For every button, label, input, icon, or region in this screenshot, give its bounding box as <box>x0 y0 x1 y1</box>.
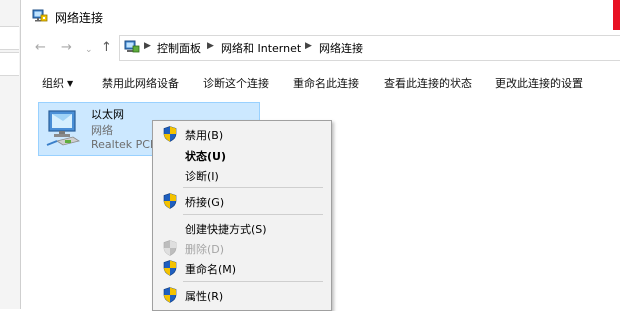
menu-item-diagnose[interactable]: 诊断(I) <box>153 165 331 185</box>
change-settings-button[interactable]: 更改此连接的设置 <box>495 75 583 91</box>
menu-item-disable[interactable]: 禁用(B) <box>153 124 331 144</box>
back-button[interactable]: ← <box>35 40 46 56</box>
window-title: 网络连接 <box>55 11 104 25</box>
diagnose-button[interactable]: 诊断这个连接 <box>203 75 269 91</box>
menu-item-label: 属性(R) <box>185 290 224 303</box>
command-bar: 组织 ▼ 禁用此网络设备 诊断这个连接 重命名此连接 查看此连接的状态 更改此连接… <box>21 69 620 96</box>
context-menu: 禁用(B) 状态(U) 诊断(I) 桥接(G) 创建快捷方式(S) 删除(D) … <box>152 120 332 311</box>
uac-shield-icon <box>163 126 177 142</box>
menu-item-create-shortcut[interactable]: 创建快捷方式(S) <box>153 218 331 238</box>
breadcrumb-network-internet[interactable]: 网络和 Internet <box>221 40 301 56</box>
forward-button[interactable]: → <box>61 40 72 56</box>
uac-shield-icon <box>163 287 177 303</box>
background-window-strip <box>0 0 21 309</box>
background-window-bar <box>0 26 19 50</box>
breadcrumb-separator-icon[interactable]: ▶ <box>305 41 312 51</box>
menu-item-label: 创建快捷方式(S) <box>185 223 267 236</box>
menu-item-label: 诊断(I) <box>185 170 219 183</box>
organize-label: 组织 <box>42 77 64 90</box>
connection-device: Realtek PCIe <box>91 138 160 151</box>
view-status-button[interactable]: 查看此连接的状态 <box>384 75 472 91</box>
disable-device-button[interactable]: 禁用此网络设备 <box>102 75 179 91</box>
uac-shield-icon <box>163 260 177 276</box>
title-bar: 网络连接 <box>21 0 620 32</box>
menu-item-status[interactable]: 状态(U) <box>153 145 331 165</box>
uac-shield-icon <box>163 240 177 256</box>
ethernet-adapter-icon <box>46 110 80 146</box>
menu-item-delete: 删除(D) <box>153 238 331 258</box>
connection-name: 以太网 <box>91 108 124 121</box>
rename-button[interactable]: 重命名此连接 <box>293 75 359 91</box>
uac-shield-icon <box>163 193 177 209</box>
breadcrumb-control-panel[interactable]: 控制面板 <box>157 40 201 56</box>
menu-separator <box>183 281 323 282</box>
close-button[interactable] <box>613 0 620 30</box>
network-connections-window: 网络连接 ← → ⌄ ↑ ▶ 控制面板 ▶ 网络和 Internet ▶ 网络连… <box>20 0 620 311</box>
menu-item-label: 桥接(G) <box>185 196 225 209</box>
organize-menu[interactable]: 组织 ▼ <box>42 75 73 91</box>
up-button[interactable]: ↑ <box>101 40 112 56</box>
menu-item-bridge[interactable]: 桥接(G) <box>153 191 331 211</box>
breadcrumb-separator-icon[interactable]: ▶ <box>144 41 151 51</box>
chevron-down-icon: ▼ <box>67 79 74 88</box>
menu-item-label: 重命名(M) <box>185 263 237 276</box>
menu-item-rename[interactable]: 重命名(M) <box>153 258 331 278</box>
address-row: ← → ⌄ ↑ ▶ 控制面板 ▶ 网络和 Internet ▶ 网络连接 <box>21 34 620 62</box>
background-window-bar <box>0 52 19 76</box>
network-connections-icon <box>32 9 48 22</box>
breadcrumb-network-connections[interactable]: 网络连接 <box>319 40 363 56</box>
address-bar[interactable]: ▶ 控制面板 ▶ 网络和 Internet ▶ 网络连接 <box>119 35 620 61</box>
connection-network: 网络 <box>91 124 113 137</box>
menu-separator <box>183 187 323 188</box>
menu-item-label: 删除(D) <box>185 243 225 256</box>
menu-item-label: 禁用(B) <box>185 129 224 142</box>
menu-item-label: 状态(U) <box>185 150 226 163</box>
recent-locations-dropdown[interactable]: ⌄ <box>85 42 93 58</box>
menu-item-properties[interactable]: 属性(R) <box>153 285 331 305</box>
breadcrumb-separator-icon[interactable]: ▶ <box>207 41 214 51</box>
control-panel-icon <box>124 40 140 53</box>
menu-separator <box>183 214 323 215</box>
